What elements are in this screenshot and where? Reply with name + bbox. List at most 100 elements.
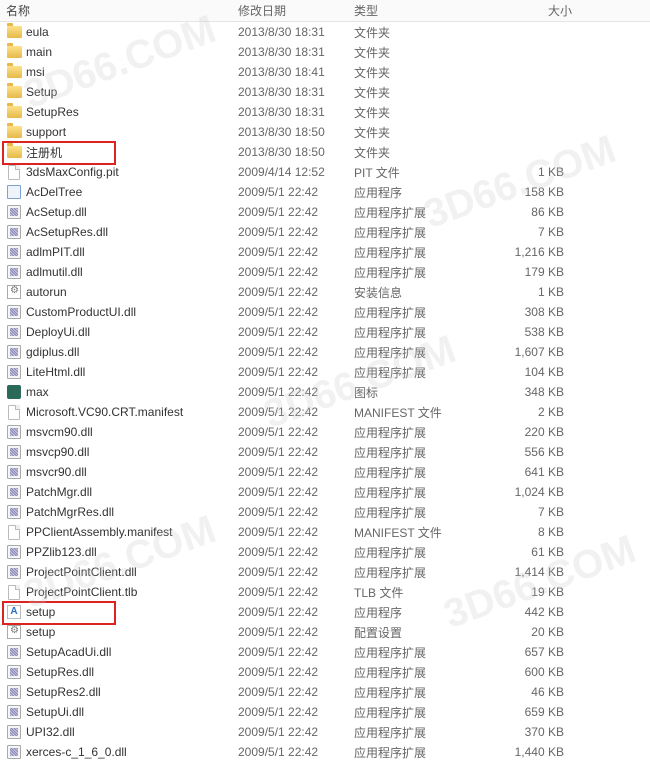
file-row[interactable]: AcDelTree2009/5/1 22:42应用程序158 KB (0, 182, 650, 202)
file-name-text: SetupUi.dll (26, 705, 84, 719)
file-row[interactable]: Microsoft.VC90.CRT.manifest2009/5/1 22:4… (0, 402, 650, 422)
dll-icon (6, 544, 22, 560)
file-type-cell: TLB 文件 (354, 584, 484, 601)
column-header-name[interactable]: 名称 (0, 2, 232, 19)
file-date-cell: 2009/5/1 22:42 (238, 405, 354, 419)
column-header-row: 名称 修改日期 类型 大小 (0, 0, 650, 22)
file-name-cell: SetupRes.dll (6, 664, 238, 680)
file-row[interactable]: PatchMgr.dll2009/5/1 22:42应用程序扩展1,024 KB (0, 482, 650, 502)
file-type-cell: 应用程序 (354, 184, 484, 201)
file-icon (6, 584, 22, 600)
file-rows-container: eula2013/8/30 18:31文件夹main2013/8/30 18:3… (0, 22, 650, 762)
file-row[interactable]: LiteHtml.dll2009/5/1 22:42应用程序扩展104 KB (0, 362, 650, 382)
file-name-cell: adlmutil.dll (6, 264, 238, 280)
file-row[interactable]: CustomProductUI.dll2009/5/1 22:42应用程序扩展3… (0, 302, 650, 322)
file-name-text: LiteHtml.dll (26, 365, 85, 379)
file-row[interactable]: msvcm90.dll2009/5/1 22:42应用程序扩展220 KB (0, 422, 650, 442)
file-name-cell: AcSetup.dll (6, 204, 238, 220)
file-size-cell: 179 KB (484, 265, 584, 279)
file-size-cell: 308 KB (484, 305, 584, 319)
file-type-cell: 应用程序扩展 (354, 224, 484, 241)
file-row[interactable]: autorun2009/5/1 22:42安装信息1 KB (0, 282, 650, 302)
file-name-text: PPZlib123.dll (26, 545, 97, 559)
file-name-cell: msvcp90.dll (6, 444, 238, 460)
file-row[interactable]: main2013/8/30 18:31文件夹 (0, 42, 650, 62)
file-row[interactable]: Asetup2009/5/1 22:42应用程序442 KB (0, 602, 650, 622)
file-type-cell: 应用程序扩展 (354, 564, 484, 581)
file-date-cell: 2009/5/1 22:42 (238, 545, 354, 559)
file-date-cell: 2009/5/1 22:42 (238, 565, 354, 579)
file-row[interactable]: msi2013/8/30 18:41文件夹 (0, 62, 650, 82)
file-date-cell: 2009/5/1 22:42 (238, 305, 354, 319)
file-size-cell: 1,414 KB (484, 565, 584, 579)
file-name-text: CustomProductUI.dll (26, 305, 136, 319)
file-name-cell: eula (6, 24, 238, 40)
file-type-cell: 应用程序扩展 (354, 704, 484, 721)
file-size-cell: 1,024 KB (484, 485, 584, 499)
file-row[interactable]: msvcp90.dll2009/5/1 22:42应用程序扩展556 KB (0, 442, 650, 462)
dll-icon (6, 644, 22, 660)
file-name-cell: ProjectPointClient.tlb (6, 584, 238, 600)
file-name-cell: main (6, 44, 238, 60)
file-row[interactable]: SetupRes.dll2009/5/1 22:42应用程序扩展600 KB (0, 662, 650, 682)
file-row[interactable]: ProjectPointClient.dll 2009/5/1 22:42应用程序… (0, 562, 650, 582)
file-name-text: AcDelTree (26, 185, 82, 199)
file-date-cell: 2009/5/1 22:42 (238, 625, 354, 639)
file-size-cell: 8 KB (484, 525, 584, 539)
file-row[interactable]: DeployUi.dll2009/5/1 22:42应用程序扩展538 KB (0, 322, 650, 342)
file-row[interactable]: AcSetupRes.dll2009/5/1 22:42应用程序扩展7 KB (0, 222, 650, 242)
file-row[interactable]: adlmPIT.dll2009/5/1 22:42应用程序扩展1,216 KB (0, 242, 650, 262)
column-header-type[interactable]: 类型 (348, 2, 478, 19)
file-name-cell: LiteHtml.dll (6, 364, 238, 380)
file-type-cell: 应用程序扩展 (354, 504, 484, 521)
file-row[interactable]: adlmutil.dll2009/5/1 22:42应用程序扩展179 KB (0, 262, 650, 282)
file-row[interactable]: AcSetup.dll2009/5/1 22:42应用程序扩展86 KB (0, 202, 650, 222)
file-row[interactable]: msvcr90.dll2009/5/1 22:42应用程序扩展641 KB (0, 462, 650, 482)
file-row[interactable]: SetupRes2013/8/30 18:31文件夹 (0, 102, 650, 122)
file-row[interactable]: ProjectPointClient.tlb 2009/5/1 22:42TLB … (0, 582, 650, 602)
file-type-cell: 文件夹 (354, 144, 484, 161)
file-name-cell: AcDelTree (6, 184, 238, 200)
file-row[interactable]: 3dsMaxConfig.pit2009/4/14 12:52PIT 文件1 K… (0, 162, 650, 182)
file-row[interactable]: max2009/5/1 22:42图标348 KB (0, 382, 650, 402)
file-row[interactable]: Setup2013/8/30 18:31文件夹 (0, 82, 650, 102)
file-date-cell: 2009/5/1 22:42 (238, 345, 354, 359)
file-name-text: ProjectPointClient.tlb (26, 585, 137, 599)
file-date-cell: 2009/5/1 22:42 (238, 585, 354, 599)
dll-icon (6, 444, 22, 460)
file-date-cell: 2009/5/1 22:42 (238, 445, 354, 459)
file-row[interactable]: PPZlib123.dll2009/5/1 22:42应用程序扩展61 KB (0, 542, 650, 562)
file-size-cell: 659 KB (484, 705, 584, 719)
column-header-date[interactable]: 修改日期 (232, 2, 348, 19)
file-name-text: autorun (26, 285, 67, 299)
file-date-cell: 2009/5/1 22:42 (238, 285, 354, 299)
file-row[interactable]: PatchMgrRes.dll2009/5/1 22:42应用程序扩展7 KB (0, 502, 650, 522)
file-name-text: AcSetupRes.dll (26, 225, 108, 239)
file-row[interactable]: gdiplus.dll2009/5/1 22:42应用程序扩展1,607 KB (0, 342, 650, 362)
file-row[interactable]: eula2013/8/30 18:31文件夹 (0, 22, 650, 42)
file-row[interactable]: xerces-c_1_6_0.dll2009/5/1 22:42应用程序扩展1,… (0, 742, 650, 762)
file-row[interactable]: support2013/8/30 18:50文件夹 (0, 122, 650, 142)
folder-icon (6, 64, 22, 80)
file-name-cell: msvcr90.dll (6, 464, 238, 480)
file-row[interactable]: PPClientAssembly.manifest2009/5/1 22:42M… (0, 522, 650, 542)
file-name-text: PPClientAssembly.manifest (26, 525, 173, 539)
file-name-text: ProjectPointClient.dll (26, 565, 137, 579)
file-name-cell: support (6, 124, 238, 140)
file-row[interactable]: SetupAcadUi.dll2009/5/1 22:42应用程序扩展657 K… (0, 642, 650, 662)
file-row[interactable]: SetupUi.dll2009/5/1 22:42应用程序扩展659 KB (0, 702, 650, 722)
file-name-text: msvcp90.dll (26, 445, 89, 459)
file-date-cell: 2013/8/30 18:50 (238, 125, 354, 139)
file-row[interactable]: 注册机2013/8/30 18:50文件夹 (0, 142, 650, 162)
file-size-cell: 657 KB (484, 645, 584, 659)
file-size-cell: 86 KB (484, 205, 584, 219)
file-name-text: DeployUi.dll (26, 325, 90, 339)
file-type-cell: PIT 文件 (354, 164, 484, 181)
dll-icon (6, 724, 22, 740)
file-row[interactable]: SetupRes2.dll2009/5/1 22:42应用程序扩展46 KB (0, 682, 650, 702)
file-date-cell: 2013/8/30 18:31 (238, 25, 354, 39)
file-row[interactable]: setup2009/5/1 22:42配置设置20 KB (0, 622, 650, 642)
file-type-cell: 应用程序扩展 (354, 204, 484, 221)
file-row[interactable]: UPI32.dll2009/5/1 22:42应用程序扩展370 KB (0, 722, 650, 742)
column-header-size[interactable]: 大小 (478, 2, 578, 19)
